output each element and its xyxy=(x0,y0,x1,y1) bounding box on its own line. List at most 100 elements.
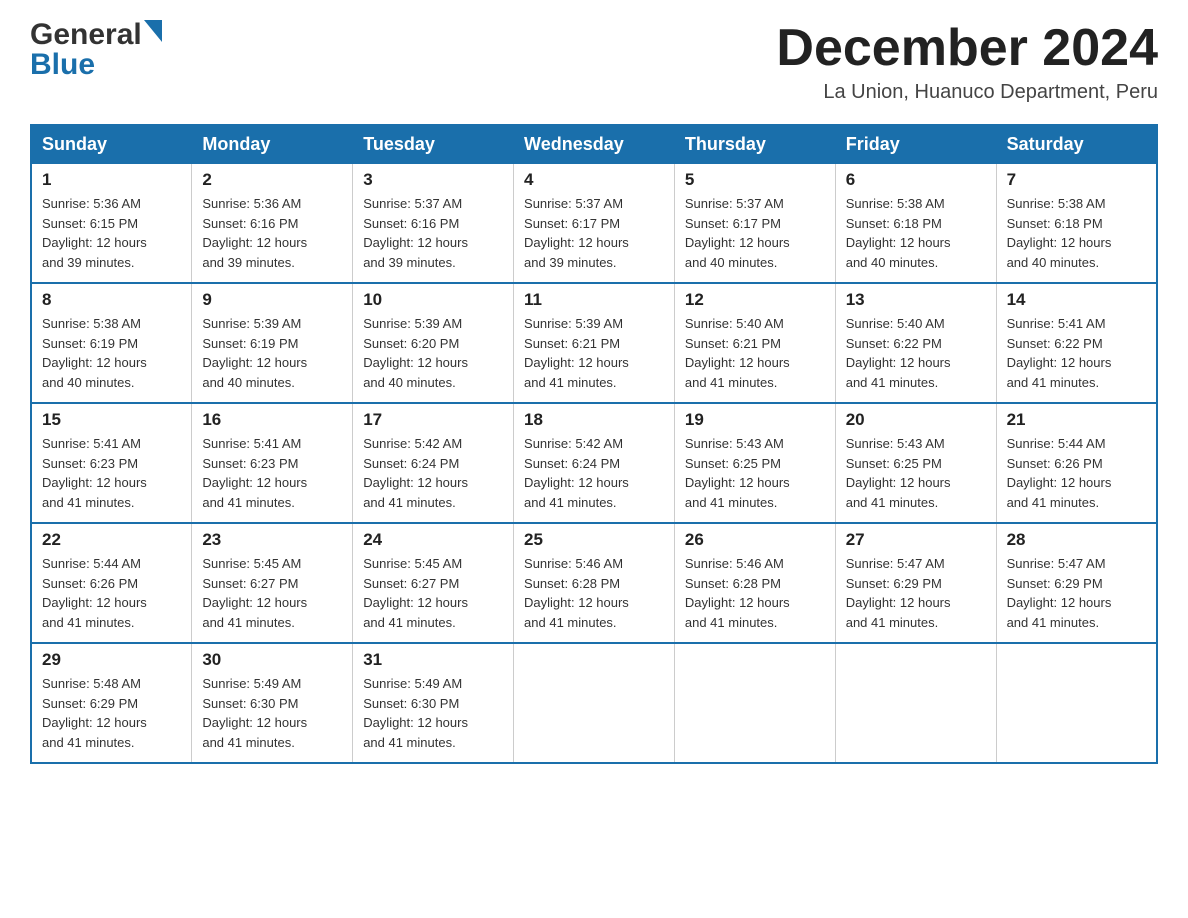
table-row: 22 Sunrise: 5:44 AMSunset: 6:26 PMDayligh… xyxy=(31,523,192,643)
day-info: Sunrise: 5:40 AMSunset: 6:22 PMDaylight:… xyxy=(846,314,986,392)
table-row: 20 Sunrise: 5:43 AMSunset: 6:25 PMDayligh… xyxy=(835,403,996,523)
calendar-week-row: 22 Sunrise: 5:44 AMSunset: 6:26 PMDayligh… xyxy=(31,523,1157,643)
day-number: 23 xyxy=(202,530,342,550)
day-number: 27 xyxy=(846,530,986,550)
day-number: 3 xyxy=(363,170,503,190)
day-number: 31 xyxy=(363,650,503,670)
day-info: Sunrise: 5:47 AMSunset: 6:29 PMDaylight:… xyxy=(1007,554,1146,632)
day-number: 20 xyxy=(846,410,986,430)
day-number: 6 xyxy=(846,170,986,190)
col-tuesday: Tuesday xyxy=(353,125,514,164)
logo-chevron-icon xyxy=(144,20,162,46)
day-number: 1 xyxy=(42,170,181,190)
table-row: 8 Sunrise: 5:38 AMSunset: 6:19 PMDaylight… xyxy=(31,283,192,403)
day-info: Sunrise: 5:39 AMSunset: 6:21 PMDaylight:… xyxy=(524,314,664,392)
header: General Blue December 2024 La Union, Hua… xyxy=(30,20,1158,104)
day-info: Sunrise: 5:38 AMSunset: 6:18 PMDaylight:… xyxy=(846,194,986,272)
day-info: Sunrise: 5:46 AMSunset: 6:28 PMDaylight:… xyxy=(524,554,664,632)
day-info: Sunrise: 5:44 AMSunset: 6:26 PMDaylight:… xyxy=(42,554,181,632)
table-row: 19 Sunrise: 5:43 AMSunset: 6:25 PMDayligh… xyxy=(674,403,835,523)
day-number: 8 xyxy=(42,290,181,310)
day-info: Sunrise: 5:38 AMSunset: 6:18 PMDaylight:… xyxy=(1007,194,1146,272)
table-row: 16 Sunrise: 5:41 AMSunset: 6:23 PMDayligh… xyxy=(192,403,353,523)
day-info: Sunrise: 5:37 AMSunset: 6:16 PMDaylight:… xyxy=(363,194,503,272)
calendar-week-row: 1 Sunrise: 5:36 AMSunset: 6:15 PMDaylight… xyxy=(31,164,1157,284)
table-row: 29 Sunrise: 5:48 AMSunset: 6:29 PMDayligh… xyxy=(31,643,192,763)
day-info: Sunrise: 5:42 AMSunset: 6:24 PMDaylight:… xyxy=(363,434,503,512)
day-info: Sunrise: 5:41 AMSunset: 6:23 PMDaylight:… xyxy=(42,434,181,512)
day-number: 5 xyxy=(685,170,825,190)
day-number: 17 xyxy=(363,410,503,430)
calendar-header-row: Sunday Monday Tuesday Wednesday Thursday… xyxy=(31,125,1157,164)
col-saturday: Saturday xyxy=(996,125,1157,164)
day-info: Sunrise: 5:37 AMSunset: 6:17 PMDaylight:… xyxy=(524,194,664,272)
day-info: Sunrise: 5:46 AMSunset: 6:28 PMDaylight:… xyxy=(685,554,825,632)
day-number: 4 xyxy=(524,170,664,190)
table-row: 18Sunrise: 5:42 AMSunset: 6:24 PMDayligh… xyxy=(514,403,675,523)
day-info: Sunrise: 5:43 AMSunset: 6:25 PMDaylight:… xyxy=(685,434,825,512)
logo-general: General xyxy=(30,20,142,50)
title-area: December 2024 La Union, Huanuco Departme… xyxy=(776,20,1158,104)
table-row: 27Sunrise: 5:47 AMSunset: 6:29 PMDayligh… xyxy=(835,523,996,643)
day-info: Sunrise: 5:44 AMSunset: 6:26 PMDaylight:… xyxy=(1007,434,1146,512)
day-info: Sunrise: 5:39 AMSunset: 6:19 PMDaylight:… xyxy=(202,314,342,392)
col-thursday: Thursday xyxy=(674,125,835,164)
day-info: Sunrise: 5:49 AMSunset: 6:30 PMDaylight:… xyxy=(363,674,503,752)
table-row: 30Sunrise: 5:49 AMSunset: 6:30 PMDayligh… xyxy=(192,643,353,763)
col-sunday: Sunday xyxy=(31,125,192,164)
table-row: 23 Sunrise: 5:45 AMSunset: 6:27 PMDayligh… xyxy=(192,523,353,643)
day-number: 15 xyxy=(42,410,181,430)
day-number: 12 xyxy=(685,290,825,310)
table-row: 17 Sunrise: 5:42 AMSunset: 6:24 PMDayligh… xyxy=(353,403,514,523)
day-number: 26 xyxy=(685,530,825,550)
table-row xyxy=(835,643,996,763)
day-info: Sunrise: 5:38 AMSunset: 6:19 PMDaylight:… xyxy=(42,314,181,392)
logo: General Blue xyxy=(30,20,162,80)
col-monday: Monday xyxy=(192,125,353,164)
day-number: 21 xyxy=(1007,410,1146,430)
table-row xyxy=(996,643,1157,763)
table-row: 9 Sunrise: 5:39 AMSunset: 6:19 PMDaylight… xyxy=(192,283,353,403)
calendar-week-row: 15 Sunrise: 5:41 AMSunset: 6:23 PMDayligh… xyxy=(31,403,1157,523)
table-row: 15 Sunrise: 5:41 AMSunset: 6:23 PMDayligh… xyxy=(31,403,192,523)
table-row: 4 Sunrise: 5:37 AMSunset: 6:17 PMDaylight… xyxy=(514,164,675,284)
day-number: 9 xyxy=(202,290,342,310)
day-number: 29 xyxy=(42,650,181,670)
day-info: Sunrise: 5:41 AMSunset: 6:23 PMDaylight:… xyxy=(202,434,342,512)
day-info: Sunrise: 5:45 AMSunset: 6:27 PMDaylight:… xyxy=(363,554,503,632)
day-info: Sunrise: 5:39 AMSunset: 6:20 PMDaylight:… xyxy=(363,314,503,392)
day-info: Sunrise: 5:36 AMSunset: 6:15 PMDaylight:… xyxy=(42,194,181,272)
day-info: Sunrise: 5:45 AMSunset: 6:27 PMDaylight:… xyxy=(202,554,342,632)
table-row: 21 Sunrise: 5:44 AMSunset: 6:26 PMDayligh… xyxy=(996,403,1157,523)
table-row: 1 Sunrise: 5:36 AMSunset: 6:15 PMDaylight… xyxy=(31,164,192,284)
day-number: 25 xyxy=(524,530,664,550)
table-row: 24 Sunrise: 5:45 AMSunset: 6:27 PMDayligh… xyxy=(353,523,514,643)
table-row: 2Sunrise: 5:36 AMSunset: 6:16 PMDaylight… xyxy=(192,164,353,284)
day-info: Sunrise: 5:48 AMSunset: 6:29 PMDaylight:… xyxy=(42,674,181,752)
day-number: 22 xyxy=(42,530,181,550)
day-number: 13 xyxy=(846,290,986,310)
table-row: 13 Sunrise: 5:40 AMSunset: 6:22 PMDayligh… xyxy=(835,283,996,403)
table-row: 7Sunrise: 5:38 AMSunset: 6:18 PMDaylight… xyxy=(996,164,1157,284)
day-number: 28 xyxy=(1007,530,1146,550)
day-number: 24 xyxy=(363,530,503,550)
table-row: 14Sunrise: 5:41 AMSunset: 6:22 PMDayligh… xyxy=(996,283,1157,403)
day-info: Sunrise: 5:37 AMSunset: 6:17 PMDaylight:… xyxy=(685,194,825,272)
day-number: 16 xyxy=(202,410,342,430)
day-info: Sunrise: 5:40 AMSunset: 6:21 PMDaylight:… xyxy=(685,314,825,392)
day-number: 19 xyxy=(685,410,825,430)
day-number: 10 xyxy=(363,290,503,310)
day-number: 30 xyxy=(202,650,342,670)
table-row: 12 Sunrise: 5:40 AMSunset: 6:21 PMDayligh… xyxy=(674,283,835,403)
table-row: 5 Sunrise: 5:37 AMSunset: 6:17 PMDaylight… xyxy=(674,164,835,284)
calendar-week-row: 29 Sunrise: 5:48 AMSunset: 6:29 PMDayligh… xyxy=(31,643,1157,763)
table-row xyxy=(674,643,835,763)
table-row: 11Sunrise: 5:39 AMSunset: 6:21 PMDayligh… xyxy=(514,283,675,403)
calendar-title: December 2024 xyxy=(776,20,1158,77)
day-info: Sunrise: 5:42 AMSunset: 6:24 PMDaylight:… xyxy=(524,434,664,512)
day-info: Sunrise: 5:41 AMSunset: 6:22 PMDaylight:… xyxy=(1007,314,1146,392)
col-friday: Friday xyxy=(835,125,996,164)
day-info: Sunrise: 5:43 AMSunset: 6:25 PMDaylight:… xyxy=(846,434,986,512)
calendar-table: Sunday Monday Tuesday Wednesday Thursday… xyxy=(30,124,1158,764)
table-row: 3 Sunrise: 5:37 AMSunset: 6:16 PMDaylight… xyxy=(353,164,514,284)
